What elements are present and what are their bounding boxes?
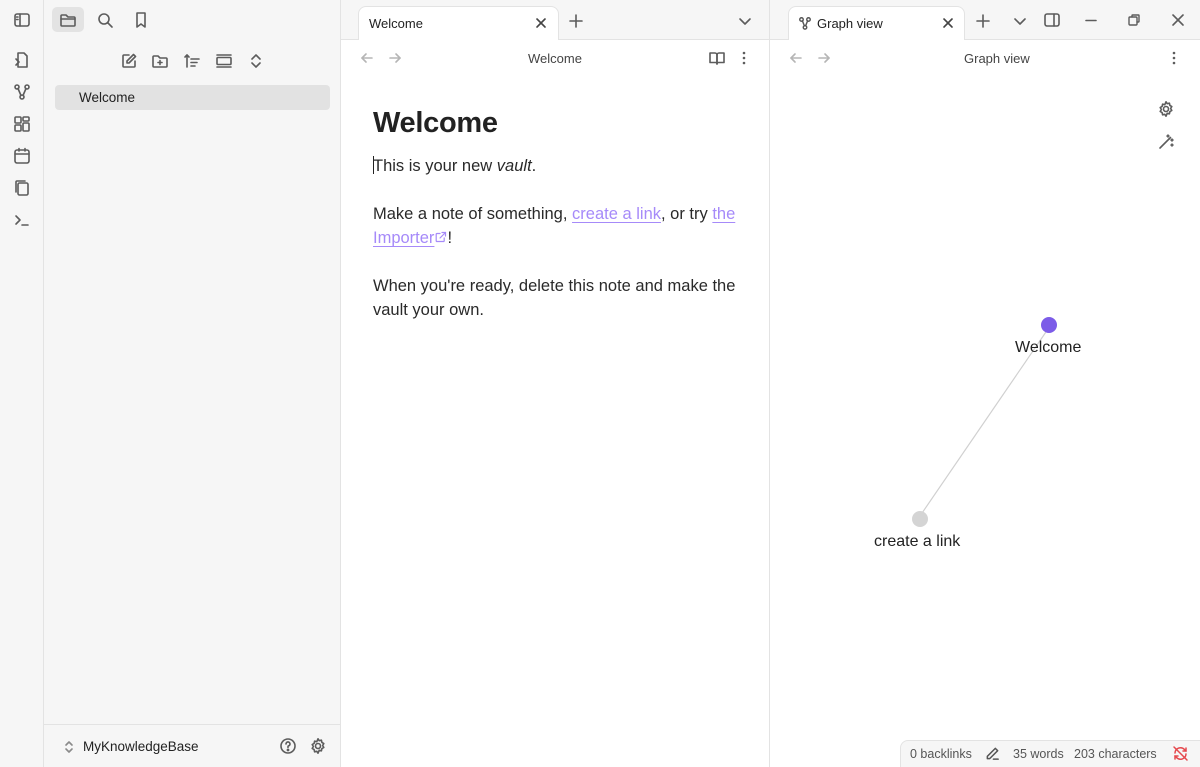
view-header-title[interactable]: Welcome bbox=[528, 51, 582, 66]
reading-view-book-icon[interactable] bbox=[706, 47, 728, 69]
folder-icon bbox=[60, 13, 76, 27]
graph-tab-icon bbox=[798, 16, 812, 30]
navigate-back-arrow-icon[interactable] bbox=[356, 47, 378, 69]
toggle-right-sidebar-icon[interactable] bbox=[1041, 9, 1063, 31]
new-note-button[interactable] bbox=[118, 50, 140, 72]
tab-graph-view[interactable]: Graph view bbox=[788, 6, 965, 40]
note-content[interactable]: Welcome This is your new vault. Make a n… bbox=[373, 107, 743, 346]
vault-switch-chevrons-icon[interactable] bbox=[61, 739, 77, 755]
left-ribbon bbox=[0, 0, 44, 767]
window-restore-icon[interactable] bbox=[1123, 9, 1145, 31]
vault-switcher-bar: MyKnowledgeBase bbox=[44, 724, 340, 767]
note-heading: Welcome bbox=[373, 107, 498, 139]
edit-icon bbox=[122, 53, 137, 68]
bookmark-icon bbox=[136, 11, 146, 28]
graph-pane: Graph view Graph view Welcome create a l… bbox=[770, 0, 1200, 767]
internal-link-create-a-link[interactable]: create a link bbox=[572, 205, 661, 223]
left-sidebar: Welcome MyKnowledgeBase bbox=[44, 0, 341, 767]
note-paragraph-1: This is your new vault. bbox=[373, 156, 537, 175]
tab-list-chevron-down-icon[interactable] bbox=[734, 10, 756, 32]
close-icon[interactable] bbox=[940, 15, 956, 31]
tab-label: Welcome bbox=[369, 16, 423, 31]
tab-file-explorer[interactable] bbox=[52, 7, 84, 32]
window-close-icon[interactable] bbox=[1167, 9, 1189, 31]
tab-bookmarks[interactable] bbox=[125, 7, 157, 32]
navigate-forward-arrow-icon[interactable] bbox=[384, 47, 406, 69]
templates-copy-icon[interactable] bbox=[11, 177, 33, 199]
graph-node-welcome[interactable] bbox=[1041, 317, 1057, 333]
auto-reveal-file-button[interactable] bbox=[213, 50, 235, 72]
help-icon[interactable] bbox=[279, 737, 297, 755]
backlinks-count[interactable]: 0 backlinks bbox=[910, 747, 972, 761]
new-folder-button[interactable] bbox=[149, 50, 171, 72]
graph-tab-strip: Graph view bbox=[770, 0, 1200, 40]
change-sort-order-button[interactable] bbox=[181, 50, 203, 72]
editor-tab-strip: Welcome bbox=[341, 0, 769, 40]
sync-disabled-icon[interactable] bbox=[1172, 745, 1189, 762]
canvas-icon[interactable] bbox=[11, 113, 33, 135]
editing-mode-pencil-icon[interactable] bbox=[985, 746, 1000, 761]
tab-list-chevron-down-icon[interactable] bbox=[1009, 10, 1031, 32]
open-quick-switcher-icon[interactable] bbox=[11, 49, 33, 71]
graph-edge bbox=[919, 328, 1049, 517]
external-link-icon bbox=[434, 231, 447, 244]
tab-search[interactable] bbox=[89, 7, 121, 32]
graph-canvas[interactable] bbox=[770, 40, 1200, 767]
settings-gear-icon[interactable] bbox=[309, 737, 327, 755]
file-item-welcome[interactable]: Welcome bbox=[55, 85, 330, 110]
close-icon[interactable] bbox=[533, 15, 549, 31]
more-options-icon[interactable] bbox=[733, 47, 755, 69]
editor-pane: Welcome Welcome Welcome This is your new… bbox=[341, 0, 770, 767]
folder-plus-icon bbox=[152, 55, 168, 68]
gallery-vertical-icon bbox=[216, 54, 232, 68]
note-paragraph-2: Make a note of something, create a link,… bbox=[373, 205, 736, 247]
window-minimize-icon[interactable] bbox=[1080, 9, 1102, 31]
status-bar: 0 backlinks 35 words 203 characters bbox=[900, 740, 1200, 767]
daily-note-calendar-icon[interactable] bbox=[11, 145, 33, 167]
sort-icon bbox=[184, 54, 200, 68]
note-paragraph-3: When you're ready, delete this note and … bbox=[373, 277, 736, 319]
command-palette-terminal-icon[interactable] bbox=[11, 209, 33, 231]
graph-node-label[interactable]: Welcome bbox=[1015, 339, 1081, 357]
search-icon bbox=[98, 12, 113, 28]
new-tab-plus-icon[interactable] bbox=[565, 10, 587, 32]
tab-welcome[interactable]: Welcome bbox=[358, 6, 559, 40]
tab-label: Graph view bbox=[817, 16, 883, 31]
toggle-left-sidebar-icon[interactable] bbox=[11, 9, 33, 31]
word-count: 35 words bbox=[1013, 747, 1064, 761]
vault-name[interactable]: MyKnowledgeBase bbox=[83, 739, 199, 754]
graph-node-create-a-link[interactable] bbox=[912, 511, 928, 527]
graph-node-label[interactable]: create a link bbox=[874, 533, 960, 551]
character-count: 203 characters bbox=[1074, 747, 1157, 761]
graph-view-icon[interactable] bbox=[11, 81, 33, 103]
new-tab-plus-icon[interactable] bbox=[972, 10, 994, 32]
collapse-all-button[interactable] bbox=[245, 50, 267, 72]
chevrons-up-down-icon bbox=[251, 54, 261, 68]
